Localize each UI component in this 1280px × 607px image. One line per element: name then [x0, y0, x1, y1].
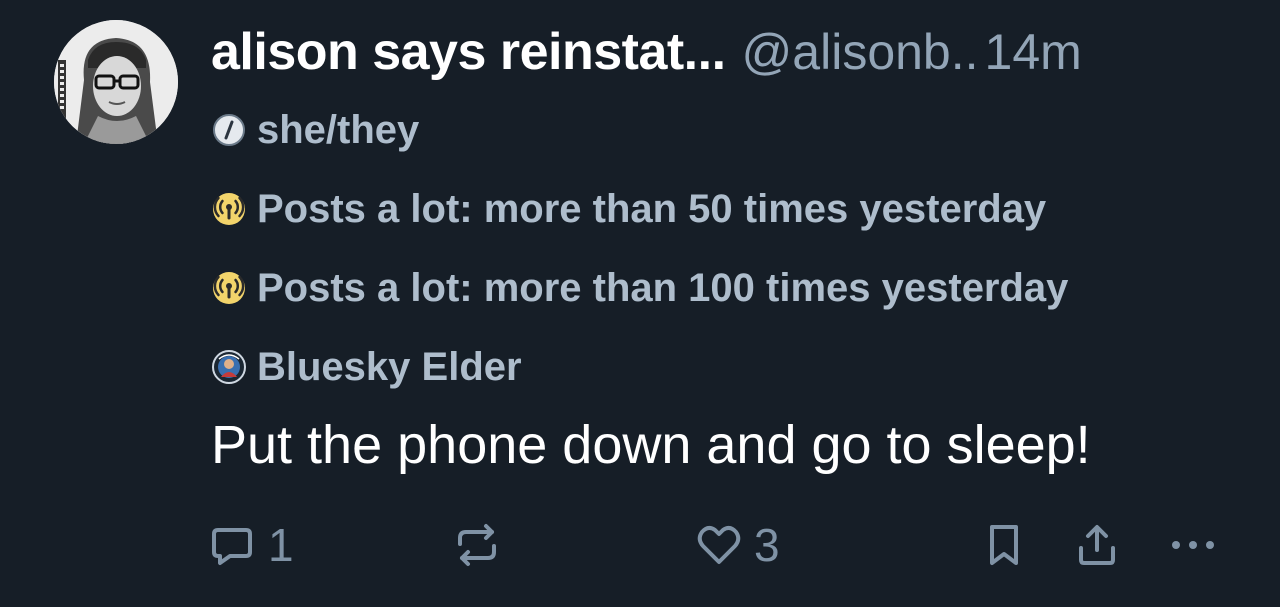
share-button[interactable] — [1072, 510, 1122, 580]
post-text: Put the phone down and go to sleep! — [211, 415, 1091, 475]
label-pronouns[interactable]: she/they — [211, 105, 419, 155]
heart-icon — [694, 520, 744, 570]
ellipsis-icon — [1166, 520, 1220, 570]
reply-button[interactable]: 1 — [208, 510, 294, 580]
avatar[interactable] — [54, 20, 178, 144]
post-actions: 1 3 — [200, 510, 1230, 580]
reply-count: 1 — [268, 519, 294, 571]
repost-button[interactable] — [452, 510, 502, 580]
post-card[interactable]: alison says reinstat... @alisonb.. 14m s… — [0, 0, 1280, 607]
label-posts-100[interactable]: Posts a lot: more than 100 times yesterd… — [211, 263, 1068, 313]
like-count: 3 — [754, 519, 780, 571]
label-text: Posts a lot: more than 100 times yesterd… — [257, 265, 1069, 310]
author-handle[interactable]: @alisonb.. — [742, 23, 979, 81]
bookmark-icon — [982, 520, 1026, 570]
post-header: alison says reinstat... @alisonb.. 14m — [211, 22, 1241, 84]
repost-icon — [452, 520, 502, 570]
elder-badge-icon — [211, 349, 247, 385]
more-options-button[interactable] — [1166, 510, 1220, 580]
share-icon — [1072, 520, 1122, 570]
broadcast-icon — [211, 270, 247, 306]
label-text: she/they — [257, 107, 420, 152]
label-bluesky-elder[interactable]: Bluesky Elder — [211, 342, 522, 392]
post-timestamp[interactable]: 14m — [985, 23, 1082, 81]
label-posts-50[interactable]: Posts a lot: more than 50 times yesterda… — [211, 184, 1046, 234]
label-text: Posts a lot: more than 50 times yesterda… — [257, 186, 1047, 231]
pronouns-icon — [211, 112, 247, 148]
like-button[interactable]: 3 — [694, 510, 780, 580]
bookmark-button[interactable] — [982, 510, 1026, 580]
author-display-name[interactable]: alison says reinstat... — [211, 22, 726, 82]
reply-icon — [208, 521, 256, 569]
broadcast-icon — [211, 191, 247, 227]
label-text: Bluesky Elder — [257, 344, 522, 389]
